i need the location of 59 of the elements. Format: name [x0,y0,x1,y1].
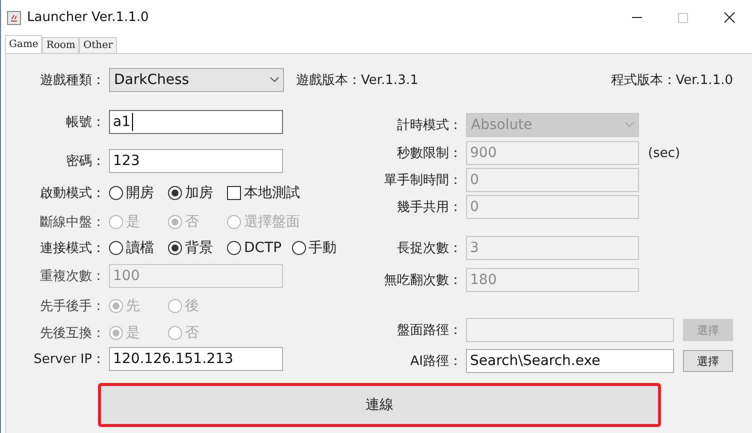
connect-button[interactable]: 連線 [98,383,661,427]
option-label: 後 [185,297,199,315]
option-label: 背景 [185,239,213,257]
option-label: 選擇盤面 [244,213,300,231]
radio-button[interactable] [292,241,306,255]
field-label: 幾手共用： [396,199,462,216]
text-field[interactable]: a1 [109,110,283,134]
field-label: 密碼： [65,153,105,170]
field-label: AI路徑： [409,353,462,370]
radio-button[interactable] [109,186,123,200]
radio-button[interactable] [168,241,182,255]
unit-label: (sec) [648,146,680,160]
field-label: 長捉次數： [396,240,462,257]
field-label: 啟動模式： [39,185,105,202]
field-label: 計時模式： [396,117,462,134]
field-label: Server IP： [32,351,105,368]
chevron-down-icon [270,77,279,83]
field-label: 單手制時間： [383,172,462,189]
version-text: 遊戲版本：Ver.1.3.1 [296,72,418,89]
tab[interactable]: Room [42,37,80,53]
option-label: 否 [185,213,199,231]
checkbox[interactable] [227,186,241,200]
field-label: 連接模式： [39,240,105,257]
option-label: 否 [185,324,199,342]
option-label: 開房 [126,184,154,202]
option-label: 是 [126,324,140,342]
browse-button[interactable]: 選擇 [683,350,733,372]
field-label: 無吃翻次數： [383,272,462,289]
field-label: 斷線中盤： [39,214,105,231]
tab[interactable]: Game [5,35,42,53]
radio-button[interactable] [227,241,241,255]
option-label: 是 [126,213,140,231]
option-label: 加房 [185,184,213,202]
field-label: 遊戲種類： [39,72,105,89]
option-label: 本地測試 [244,184,300,202]
maximize-icon[interactable] [678,12,688,22]
field-label: 盤面路徑： [396,322,462,339]
radio-button[interactable] [168,186,182,200]
field-label: 重複次數： [39,268,105,285]
dropdown[interactable]: DarkChess [109,68,284,92]
option-label: 讀檔 [126,239,154,257]
field-label: 秒數限制： [396,145,462,162]
field-label: 先後互換： [39,325,105,342]
chevron-down-icon [625,122,634,128]
version-text: 程式版本：Ver.1.1.0 [610,72,733,89]
field-label: 帳號： [65,114,105,131]
option-label: 先 [126,297,140,315]
text-field[interactable]: 120.126.151.213 [109,347,283,371]
radio-button[interactable] [109,241,123,255]
path-field[interactable]: Search\Search.exe [466,349,674,373]
option-label: 手動 [308,239,337,257]
field-label: 先手後手： [39,298,105,315]
close-icon[interactable] [724,12,734,23]
option-label: DCTP [244,240,282,256]
app-icon [7,10,21,24]
window-title: Launcher Ver.1.1.0 [27,10,150,25]
tab[interactable]: Other [79,37,117,53]
minimize-icon[interactable] [632,17,642,18]
text-field[interactable]: 123 [109,149,283,173]
